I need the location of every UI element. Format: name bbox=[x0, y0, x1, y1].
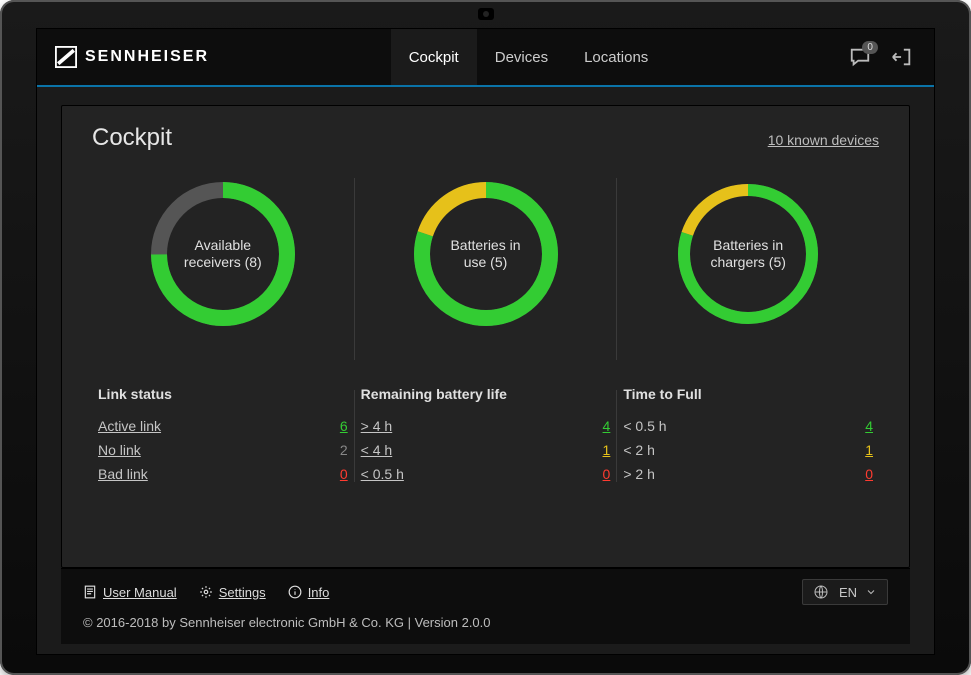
nav-locations-label: Locations bbox=[584, 49, 648, 66]
rem-lt4-value[interactable]: 1 bbox=[592, 442, 610, 458]
logout-icon bbox=[891, 46, 913, 68]
notification-count: 0 bbox=[862, 41, 878, 54]
gauge-batt-chg-label: Batteries inchargers (5) bbox=[668, 174, 828, 334]
footer: User Manual Settings Info EN bbox=[61, 568, 910, 644]
ttf-lt2-value[interactable]: 1 bbox=[855, 442, 873, 458]
gauge-batt-use[interactable]: Batteries inuse (5) bbox=[406, 174, 566, 334]
rem-gt4-row: > 4 h 4 bbox=[361, 414, 611, 438]
link-status-title: Link status bbox=[98, 386, 348, 402]
settings-link[interactable]: Settings bbox=[199, 585, 266, 600]
nav-devices[interactable]: Devices bbox=[477, 29, 566, 85]
document-icon bbox=[83, 585, 97, 599]
app-screen: SENNHEISER Cockpit Devices Locations 0 bbox=[36, 28, 935, 655]
nav-devices-label: Devices bbox=[495, 49, 548, 66]
settings-label: Settings bbox=[219, 585, 266, 600]
cockpit-panel: Cockpit 10 known devices Availablereceiv… bbox=[61, 105, 910, 568]
rem-lt05-value[interactable]: 0 bbox=[592, 466, 610, 482]
footer-links: User Manual Settings Info EN bbox=[83, 579, 888, 605]
ttf-gt2-label: > 2 h bbox=[623, 466, 655, 482]
user-manual-link[interactable]: User Manual bbox=[83, 585, 177, 600]
gauge-batt-use-col: Batteries inuse (5) bbox=[355, 174, 617, 364]
rem-lt05-label[interactable]: < 0.5 h bbox=[361, 466, 404, 482]
language-selector[interactable]: EN bbox=[802, 579, 888, 605]
link-nolink-row: No link 2 bbox=[98, 438, 348, 462]
link-nolink-label[interactable]: No link bbox=[98, 442, 141, 458]
rem-lt4-label[interactable]: < 4 h bbox=[361, 442, 393, 458]
link-active-row: Active link 6 bbox=[98, 414, 348, 438]
notifications-button[interactable]: 0 bbox=[848, 45, 872, 69]
gauge-batt-chg-col: Batteries inchargers (5) bbox=[617, 174, 879, 364]
nav-cockpit[interactable]: Cockpit bbox=[391, 29, 477, 85]
language-label: EN bbox=[839, 585, 857, 600]
gauge-receivers[interactable]: Availablereceivers (8) bbox=[143, 174, 303, 334]
rem-lt4-row: < 4 h 1 bbox=[361, 438, 611, 462]
ttf-gt2-value[interactable]: 0 bbox=[855, 466, 873, 482]
ttf-lt05-row: < 0.5 h 4 bbox=[623, 414, 873, 438]
chevron-down-icon bbox=[865, 586, 877, 598]
link-active-value[interactable]: 6 bbox=[330, 418, 348, 434]
stats-row: Link status Active link 6 No link 2 Bad … bbox=[92, 386, 879, 486]
nav-locations[interactable]: Locations bbox=[566, 29, 666, 85]
info-link[interactable]: Info bbox=[288, 585, 330, 600]
link-status-col: Link status Active link 6 No link 2 Bad … bbox=[92, 386, 354, 486]
sennheiser-icon bbox=[55, 46, 77, 68]
link-bad-label[interactable]: Bad link bbox=[98, 466, 148, 482]
gauges-row: Availablereceivers (8) bbox=[92, 174, 879, 364]
globe-icon bbox=[813, 584, 829, 600]
brand-logo: SENNHEISER bbox=[55, 46, 209, 68]
ttf-lt05-value[interactable]: 4 bbox=[855, 418, 873, 434]
main-area: Cockpit 10 known devices Availablereceiv… bbox=[37, 87, 934, 654]
link-active-label[interactable]: Active link bbox=[98, 418, 161, 434]
top-actions: 0 bbox=[848, 45, 914, 69]
nav-cockpit-label: Cockpit bbox=[409, 49, 459, 66]
copyright-text: © 2016-2018 by Sennheiser electronic Gmb… bbox=[83, 615, 888, 630]
tablet-frame: SENNHEISER Cockpit Devices Locations 0 bbox=[0, 0, 971, 675]
gauge-receivers-label: Availablereceivers (8) bbox=[143, 174, 303, 334]
ttf-lt2-label: < 2 h bbox=[623, 442, 655, 458]
link-bad-row: Bad link 0 bbox=[98, 462, 348, 486]
known-devices-link[interactable]: 10 known devices bbox=[768, 132, 879, 148]
rem-gt4-value[interactable]: 4 bbox=[592, 418, 610, 434]
rem-gt4-label[interactable]: > 4 h bbox=[361, 418, 393, 434]
ttf-gt2-row: > 2 h 0 bbox=[623, 462, 873, 486]
gauge-receivers-col: Availablereceivers (8) bbox=[92, 174, 354, 364]
link-bad-value[interactable]: 0 bbox=[330, 466, 348, 482]
main-nav: Cockpit Devices Locations bbox=[391, 29, 667, 85]
gauge-batt-use-label: Batteries inuse (5) bbox=[406, 174, 566, 334]
remaining-title: Remaining battery life bbox=[361, 386, 611, 402]
remaining-col: Remaining battery life > 4 h 4 < 4 h 1 <… bbox=[355, 386, 617, 486]
ttf-col: Time to Full < 0.5 h 4 < 2 h 1 > 2 h 0 bbox=[617, 386, 879, 486]
info-label: Info bbox=[308, 585, 330, 600]
gear-icon bbox=[199, 585, 213, 599]
brand-text: SENNHEISER bbox=[85, 48, 209, 66]
tablet-camera bbox=[478, 8, 494, 20]
link-nolink-value: 2 bbox=[330, 442, 348, 458]
rem-lt05-row: < 0.5 h 0 bbox=[361, 462, 611, 486]
topbar: SENNHEISER Cockpit Devices Locations 0 bbox=[37, 29, 934, 87]
gauge-batt-chg[interactable]: Batteries inchargers (5) bbox=[668, 174, 828, 334]
logout-button[interactable] bbox=[890, 45, 914, 69]
user-manual-label: User Manual bbox=[103, 585, 177, 600]
ttf-lt2-row: < 2 h 1 bbox=[623, 438, 873, 462]
ttf-title: Time to Full bbox=[623, 386, 873, 402]
page-title: Cockpit bbox=[92, 124, 172, 152]
ttf-lt05-label: < 0.5 h bbox=[623, 418, 666, 434]
info-icon bbox=[288, 585, 302, 599]
panel-header: Cockpit 10 known devices bbox=[92, 124, 879, 152]
